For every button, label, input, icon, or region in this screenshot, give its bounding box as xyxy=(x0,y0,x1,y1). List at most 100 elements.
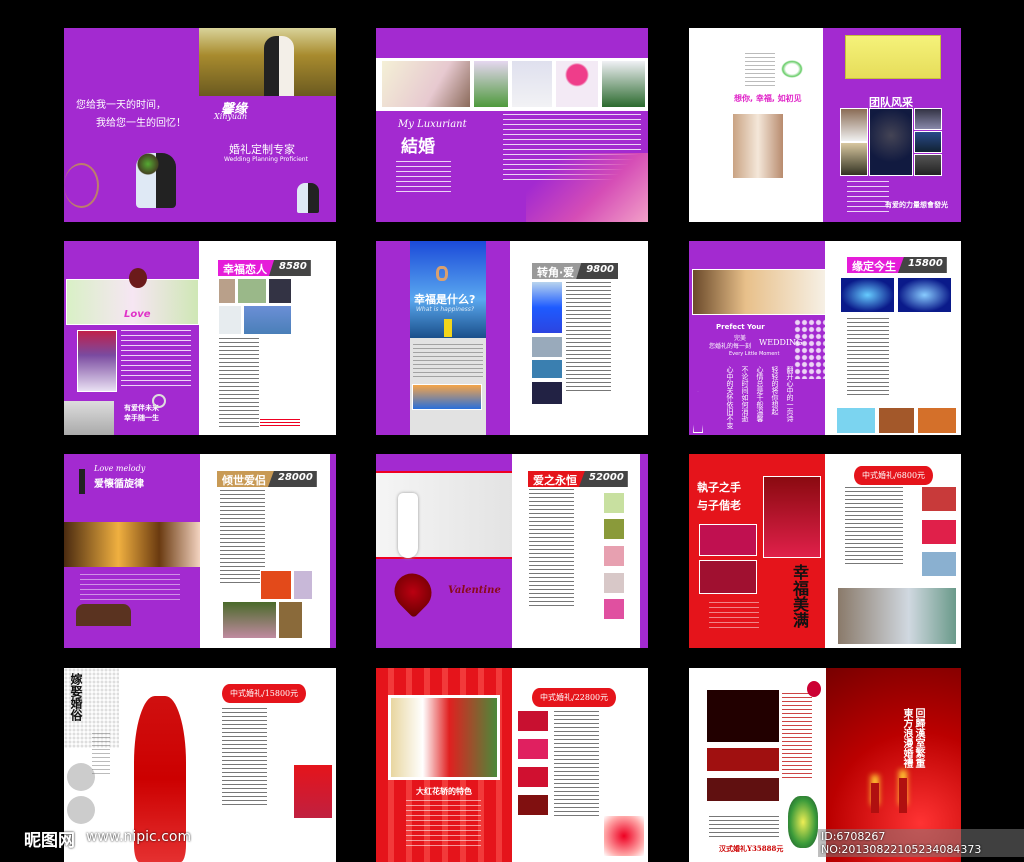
verse: 不论时间如何消逝 xyxy=(741,366,749,422)
subtitle: Wedding Planning Proficient xyxy=(224,156,308,163)
couple-photo xyxy=(199,28,336,96)
photo xyxy=(517,738,549,760)
photo xyxy=(763,476,821,558)
photo xyxy=(840,277,895,313)
pier-photo xyxy=(412,384,482,410)
calligraphy-2: 与子偕老 xyxy=(697,499,741,512)
venue-photo xyxy=(845,35,941,79)
bride-figure xyxy=(444,319,452,337)
spread-package-8580: Love 有爱伴未来 幸手随一生 幸福恋人 8580 xyxy=(64,241,336,435)
logo-en: Xinyuan xyxy=(214,112,247,121)
spread-package-9800: 幸福是什么? What is happiness? 转角·爱 9800 xyxy=(376,241,648,435)
slogan-line-2: 我给您一生的回忆！ xyxy=(96,118,186,129)
poem-text xyxy=(745,53,775,88)
package-item-list xyxy=(220,490,265,585)
sunset-couple-photo xyxy=(526,153,648,222)
coin-ornament xyxy=(67,763,95,791)
violin-icon xyxy=(129,268,147,288)
team-photo xyxy=(914,108,942,130)
cafe-photo xyxy=(64,522,200,567)
caption-2: 幸手随一生 xyxy=(124,414,159,422)
love-text: Love xyxy=(124,309,151,320)
banquet-photo xyxy=(707,690,779,742)
eiffel-tower-icon xyxy=(693,391,703,433)
ornament-swirl xyxy=(64,163,99,208)
han-text xyxy=(709,816,779,838)
watermark-id: ID:6708267 NO:20130822105234084373 xyxy=(818,829,1024,857)
team-photo xyxy=(914,154,942,176)
couple-photo xyxy=(692,269,826,315)
line-every-moment-cn: 您婚礼的每一刻 xyxy=(709,343,752,350)
package-name: 幸福恋人 xyxy=(218,260,277,276)
package-item-list xyxy=(222,708,267,808)
script-title: Love melody xyxy=(94,464,146,473)
photo xyxy=(293,570,313,600)
candle-icon xyxy=(899,778,907,813)
package-price: 8580 xyxy=(269,260,311,276)
package-price: 52000 xyxy=(579,471,628,487)
question-title: 幸福是什么? xyxy=(414,293,476,306)
photo xyxy=(222,601,277,639)
script-title: My Luxuriant xyxy=(398,119,467,130)
photo xyxy=(921,519,957,545)
rose-heart xyxy=(386,565,440,619)
price-label: 汉式婚礼Y35888元 xyxy=(719,844,784,853)
lily-photo xyxy=(601,60,646,108)
package-price: 28000 xyxy=(268,471,317,487)
spread-chinese-22800: 大红花轿的特色 中式婚礼/22800元 xyxy=(376,668,648,862)
rose-photo xyxy=(555,60,599,108)
team-photo xyxy=(914,131,942,153)
caption: 大红花轿的特色 xyxy=(416,786,472,796)
question-en: What is happiness? xyxy=(416,306,475,313)
line-prefect-your: Prefect Your xyxy=(716,323,765,331)
spread-package-52000: Valentine 爱之永恒 52000 xyxy=(376,454,648,648)
photo xyxy=(878,407,915,434)
photo xyxy=(517,794,549,816)
package-name: 转角·爱 xyxy=(532,263,585,279)
photo xyxy=(517,766,549,788)
spread-package-28000: Love melody 爱懐循旋律 倾世爱侣 28000 xyxy=(64,454,336,648)
verse: 心情总是千般温馨 xyxy=(756,366,764,422)
photo xyxy=(603,545,625,567)
photo xyxy=(699,560,757,594)
spread-team: 想你, 幸福, 如初见 团队风采 有爱的力量想會發光 xyxy=(689,28,961,222)
photo xyxy=(921,551,957,577)
candle-icon xyxy=(871,783,879,813)
package-item-list xyxy=(566,282,611,392)
caption-text xyxy=(406,800,481,848)
calligraphy-1: 執子之手 xyxy=(697,481,741,494)
main-title: 爱懐循旋律 xyxy=(94,479,144,490)
verse: 心中的关怀依旧不变 xyxy=(726,366,734,429)
package-banner: 中式婚礼/6800元 xyxy=(854,466,934,485)
package-tag: 缘定今生 15800 xyxy=(847,257,947,273)
bride-photo xyxy=(376,471,512,559)
happiness-text xyxy=(413,344,483,379)
decor-photo xyxy=(604,816,644,856)
spread-chinese-6800: 執子之手 与子偕老 幸福美满 中式婚礼/6800元 xyxy=(689,454,961,648)
photo xyxy=(897,277,952,313)
package-name: 倾世爱侣 xyxy=(217,471,276,487)
photo xyxy=(243,305,292,335)
cartoon-couple xyxy=(136,153,176,208)
package-name: 缘定今生 xyxy=(847,257,906,273)
package-banner: 中式婚礼/15800元 xyxy=(222,684,307,703)
calligraphy-3: 幸福美满 xyxy=(790,564,809,628)
watermark-site-cn: 昵图网 xyxy=(24,831,75,851)
photo xyxy=(531,381,563,405)
photo xyxy=(237,278,267,304)
calligraphy-title: 嫁娶婚俗 xyxy=(69,673,83,721)
photo xyxy=(603,492,625,514)
bride-photo xyxy=(381,60,471,108)
package-item-list xyxy=(554,711,599,816)
package-item-list xyxy=(219,338,259,430)
angel-photo xyxy=(511,60,553,108)
package-item-list xyxy=(529,489,574,607)
coin-ornament xyxy=(67,796,95,824)
spread-cover: 您给我一天的时间， 我给您一生的回忆！ 馨缘 Xinyuan 婚礼定制专家 We… xyxy=(64,28,336,222)
photo xyxy=(293,764,333,819)
package-tag: 转角·爱 9800 xyxy=(532,263,619,279)
photo xyxy=(699,524,757,556)
lion-dance-photo xyxy=(837,587,957,645)
photo xyxy=(603,572,625,594)
photo xyxy=(836,407,876,434)
